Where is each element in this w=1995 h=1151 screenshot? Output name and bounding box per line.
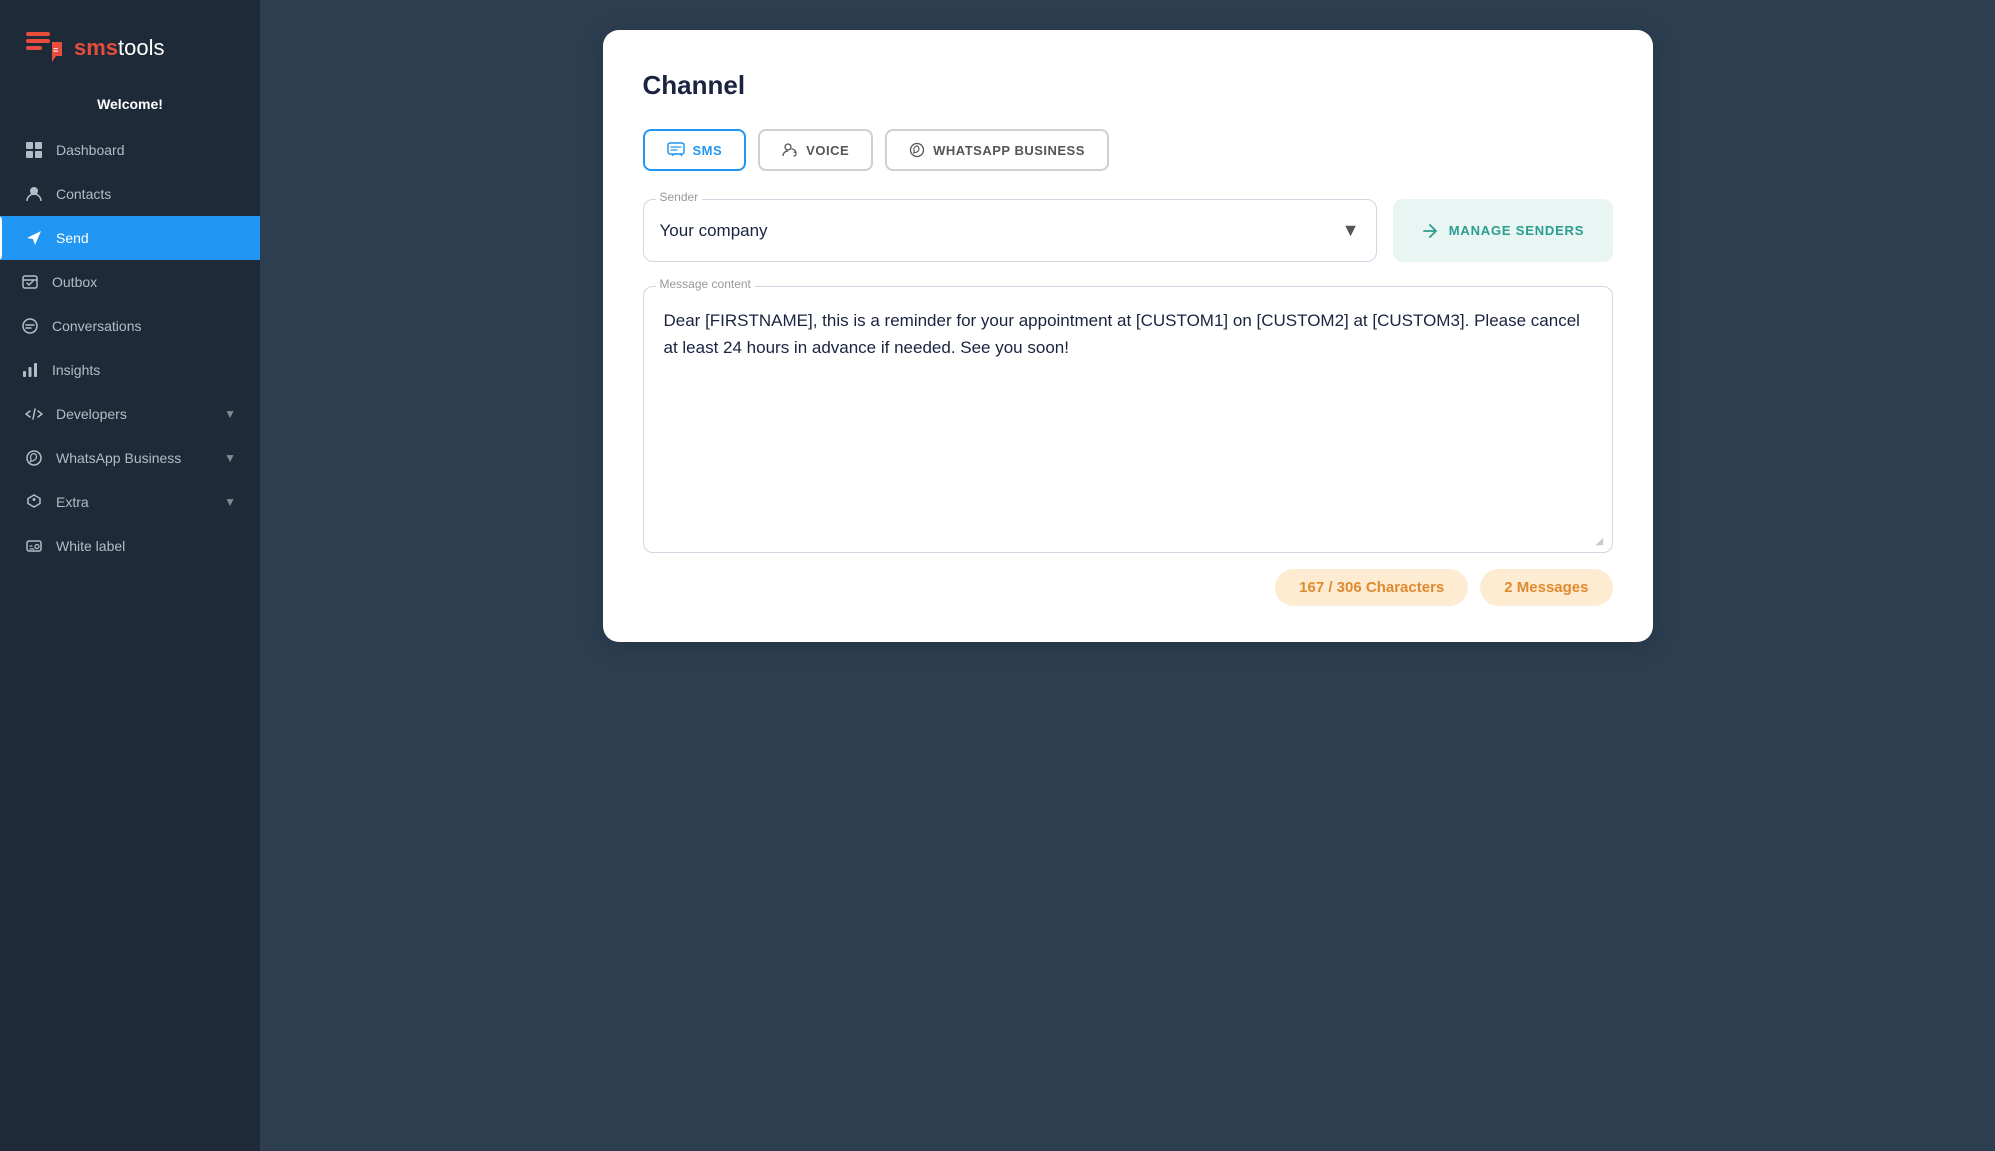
white-label-icon: [24, 536, 44, 556]
white-label-label: White label: [56, 538, 236, 554]
manage-senders-label: MANAGE SENDERS: [1449, 223, 1584, 238]
extra-icon: [24, 492, 44, 512]
sidebar-item-send[interactable]: Send: [0, 216, 260, 260]
welcome-text: Welcome!: [0, 88, 260, 128]
developers-chevron: ▼: [224, 407, 236, 421]
sidebar-item-outbox[interactable]: Outbox: [0, 260, 260, 304]
message-textarea[interactable]: [664, 307, 1592, 507]
sidebar-nav: Dashboard Contacts Send: [0, 128, 260, 1131]
dashboard-label: Dashboard: [56, 142, 236, 158]
insights-label: Insights: [52, 362, 236, 378]
tab-whatsapp-business[interactable]: WHATSAPP BUSINESS: [885, 129, 1109, 171]
logo: ≡ smstools: [0, 0, 260, 88]
stats-row: 167 / 306 Characters 2 Messages: [643, 569, 1613, 606]
svg-text:≡: ≡: [53, 45, 58, 55]
main-content: Channel SMS: [260, 0, 1995, 1151]
whatsapp-icon: [24, 448, 44, 468]
sidebar-item-dashboard[interactable]: Dashboard: [0, 128, 260, 172]
manage-senders-button[interactable]: MANAGE SENDERS: [1393, 199, 1613, 262]
send-icon: [24, 228, 44, 248]
brand-name: smstools: [74, 35, 165, 61]
message-section: Message content ◢ 167 / 306 Characters 2…: [643, 286, 1613, 606]
developers-icon: [24, 404, 44, 424]
sidebar-item-white-label[interactable]: White label: [0, 524, 260, 568]
resize-handle[interactable]: ◢: [1596, 536, 1608, 548]
whatsapp-label: WhatsApp Business: [56, 450, 212, 466]
sidebar-item-developers[interactable]: Developers ▼: [0, 392, 260, 436]
logo-icon: ≡: [24, 28, 64, 68]
extra-chevron: ▼: [224, 495, 236, 509]
manage-senders-icon: [1421, 222, 1439, 240]
outbox-label: Outbox: [52, 274, 236, 290]
conversations-icon: [20, 316, 40, 336]
insights-icon: [20, 360, 40, 380]
developers-label: Developers: [56, 406, 212, 422]
extra-label: Extra: [56, 494, 212, 510]
sidebar-item-conversations[interactable]: Conversations: [0, 304, 260, 348]
messages-badge: 2 Messages: [1480, 569, 1612, 606]
message-content-label: Message content: [656, 277, 755, 291]
sender-chevron-icon: ▼: [1342, 220, 1360, 241]
tab-voice[interactable]: VOICE: [758, 129, 873, 171]
contacts-label: Contacts: [56, 186, 236, 202]
sender-value: Your company: [660, 221, 768, 241]
whatsapp-chevron: ▼: [224, 451, 236, 465]
sidebar-item-whatsapp-business[interactable]: WhatsApp Business ▼: [0, 436, 260, 480]
sender-wrapper: Sender Your company ▼ MANAGE SENDERS: [643, 199, 1613, 262]
whatsapp-tab-label: WHATSAPP BUSINESS: [933, 143, 1085, 158]
voice-tab-icon: [782, 141, 798, 159]
sidebar-item-insights[interactable]: Insights: [0, 348, 260, 392]
whatsapp-tab-icon: [909, 141, 925, 159]
page-title: Channel: [643, 70, 1613, 101]
sidebar-item-extra[interactable]: Extra ▼: [0, 480, 260, 524]
sender-label: Sender: [656, 190, 703, 204]
sender-field[interactable]: Sender Your company ▼: [643, 199, 1377, 262]
sidebar: ≡ smstools Welcome! Dashboard: [0, 0, 260, 1151]
sms-tab-label: SMS: [693, 143, 723, 158]
outbox-icon: [20, 272, 40, 292]
sidebar-item-contacts[interactable]: Contacts: [0, 172, 260, 216]
tab-sms[interactable]: SMS: [643, 129, 747, 171]
sender-select[interactable]: Your company ▼: [660, 200, 1360, 261]
send-label: Send: [56, 230, 236, 246]
contacts-icon: [24, 184, 44, 204]
voice-tab-label: VOICE: [806, 143, 849, 158]
sender-section: Sender Your company ▼ MANAGE SENDERS: [643, 199, 1613, 262]
channel-tabs: SMS VOICE: [643, 129, 1613, 171]
dashboard-icon: [24, 140, 44, 160]
characters-badge: 167 / 306 Characters: [1275, 569, 1468, 606]
conversations-label: Conversations: [52, 318, 236, 334]
channel-card: Channel SMS: [603, 30, 1653, 642]
message-field: Message content ◢: [643, 286, 1613, 553]
sms-tab-icon: [667, 141, 685, 159]
